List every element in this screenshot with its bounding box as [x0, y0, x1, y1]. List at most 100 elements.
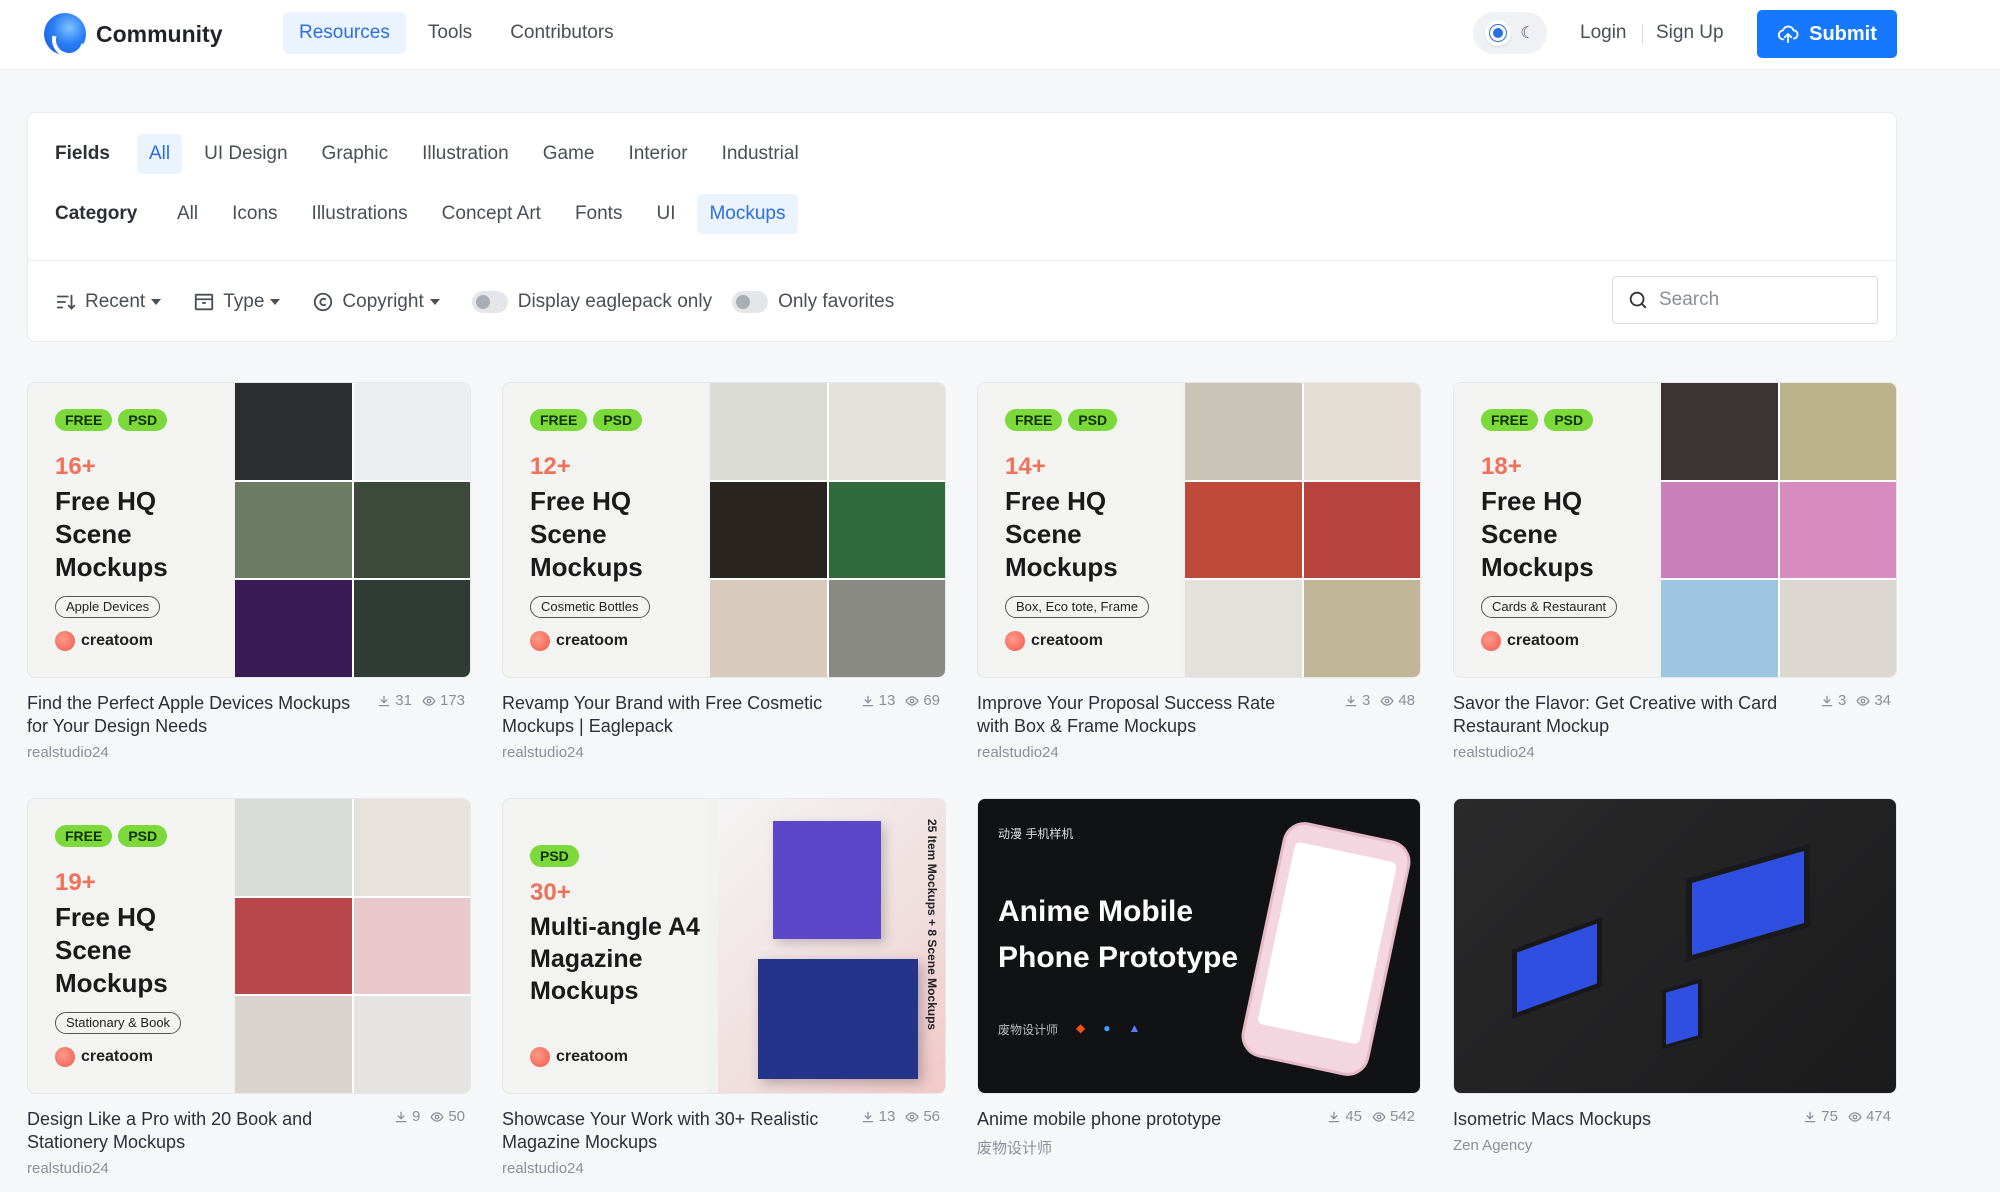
card-author[interactable]: realstudio24	[502, 1160, 946, 1177]
field-illustration[interactable]: Illustration	[410, 134, 521, 174]
eye-icon	[1372, 1111, 1386, 1122]
type-label: Type	[223, 291, 265, 312]
thumbnail-text-panel: FREE PSD 19+ Free HQ Scene Mockups Statio…	[28, 799, 233, 1093]
brand[interactable]: Community	[44, 13, 223, 55]
resource-card[interactable]: FREE PSD 18+ Free HQ Scene Mockups Cards …	[1453, 382, 1897, 761]
category-illustrations[interactable]: Illustrations	[300, 194, 420, 234]
brand-logo-icon	[44, 13, 86, 55]
submit-button[interactable]: Submit	[1757, 10, 1897, 58]
card-title[interactable]: Design Like a Pro with 20 Book and Stati…	[27, 1108, 357, 1154]
login-link[interactable]: Login	[1580, 22, 1627, 44]
card-author[interactable]: realstudio24	[27, 1160, 471, 1177]
card-author[interactable]: realstudio24	[977, 744, 1421, 761]
field-interior[interactable]: Interior	[616, 134, 699, 174]
card-title[interactable]: Isometric Macs Mockups	[1453, 1108, 1783, 1131]
collage-tile	[353, 580, 470, 677]
copyright-dropdown[interactable]: Copyright	[312, 291, 440, 313]
card-stats: 13 56	[861, 1108, 940, 1125]
card-author[interactable]: realstudio24	[27, 744, 471, 761]
category-ui[interactable]: UI	[644, 194, 687, 234]
nav-contributors[interactable]: Contributors	[494, 12, 630, 54]
subject-pill: Apple Devices	[55, 596, 161, 618]
thumbnail-headline: Free HQ Scene Mockups	[55, 902, 168, 998]
category-mockups[interactable]: Mockups	[697, 194, 798, 234]
resource-card[interactable]: FREE PSD 14+ Free HQ Scene Mockups Box, E…	[977, 382, 1421, 761]
nav-resources[interactable]: Resources	[283, 12, 406, 54]
card-thumbnail[interactable]: FREE PSD 12+ Free HQ Scene Mockups Cosmet…	[502, 382, 946, 678]
card-author[interactable]: realstudio24	[1453, 744, 1897, 761]
card-title[interactable]: Find the Perfect Apple Devices Mockups f…	[27, 692, 357, 738]
fields-label: Fields	[55, 143, 110, 164]
card-stats: 13 69	[861, 692, 940, 709]
view-count: 48	[1398, 692, 1415, 709]
collage-tile	[1779, 580, 1896, 677]
resource-card[interactable]: FREE PSD 16+ Free HQ Scene Mockups Apple …	[27, 382, 471, 761]
mockup-count: 18+	[1481, 453, 1522, 480]
type-dropdown[interactable]: Type	[193, 291, 281, 313]
card-title[interactable]: Savor the Flavor: Get Creative with Card…	[1453, 692, 1783, 738]
card-thumbnail[interactable]: FREE PSD 14+ Free HQ Scene Mockups Box, E…	[977, 382, 1421, 678]
card-thumbnail[interactable]	[1453, 798, 1897, 1094]
field-game[interactable]: Game	[531, 134, 607, 174]
card-title[interactable]: Revamp Your Brand with Free Cosmetic Moc…	[502, 692, 832, 738]
card-title[interactable]: Anime mobile phone prototype	[977, 1108, 1307, 1131]
category-all[interactable]: All	[165, 194, 210, 234]
creatoom-text: creatoom	[81, 632, 154, 649]
card-title[interactable]: Showcase Your Work with 30+ Realistic Ma…	[502, 1108, 832, 1154]
signup-link[interactable]: Sign Up	[1656, 22, 1724, 44]
category-concept-art[interactable]: Concept Art	[430, 194, 553, 234]
card-thumbnail[interactable]: FREE PSD 19+ Free HQ Scene Mockups Statio…	[27, 798, 471, 1094]
search-input[interactable]	[1659, 289, 1859, 311]
download-icon	[1804, 1111, 1816, 1122]
theme-toggle[interactable]: ☾	[1473, 12, 1547, 54]
creatoom-text: creatoom	[1031, 632, 1104, 649]
collage-tile	[353, 481, 470, 579]
category-icons[interactable]: Icons	[220, 194, 289, 234]
category-fonts[interactable]: Fonts	[563, 194, 635, 234]
auth-divider	[1642, 24, 1643, 44]
caret-down-icon	[429, 299, 440, 305]
eaglepack-toggle[interactable]	[471, 291, 508, 313]
field-graphic[interactable]: Graphic	[310, 134, 401, 174]
card-author[interactable]: 废物设计师	[977, 1137, 1421, 1158]
sort-dropdown[interactable]: Recent	[55, 291, 162, 313]
card-thumbnail[interactable]: FREE PSD 16+ Free HQ Scene Mockups Apple …	[27, 382, 471, 678]
resource-card[interactable]: 75 474 Isometric Macs Mockups Zen Agency	[1453, 798, 1897, 1154]
favorites-toggle[interactable]	[732, 291, 769, 313]
card-thumbnail[interactable]: PSD 30+ Multi-angle A4 Magazine Mockups …	[502, 798, 946, 1094]
download-icon	[378, 695, 390, 706]
circle-logo-icon: ●	[1103, 1021, 1111, 1035]
field-industrial[interactable]: Industrial	[710, 134, 811, 174]
card-stats: 75 474	[1803, 1108, 1891, 1125]
creatoom-icon	[55, 1047, 75, 1067]
collage-tile	[1779, 383, 1896, 480]
sort-filter-row: Recent Type Copyright Display eaglepack …	[55, 277, 914, 327]
psd-tag: PSD	[530, 845, 579, 867]
card-thumbnail[interactable]: 动漫 手机样机 Anime Mobile Phone Prototype 废物设…	[977, 798, 1421, 1094]
download-count: 31	[395, 692, 412, 709]
thumbnail-collage	[235, 799, 470, 1093]
creatoom-logo: creatoom	[55, 631, 153, 651]
collage-tile	[235, 799, 352, 896]
thumbnail-headline: Free HQ Scene Mockups	[1005, 486, 1118, 582]
resource-card[interactable]: 动漫 手机样机 Anime Mobile Phone Prototype 废物设…	[977, 798, 1421, 1158]
collage-tile	[710, 580, 827, 677]
mockup-count: 14+	[1005, 453, 1046, 480]
resource-card[interactable]: FREE PSD 19+ Free HQ Scene Mockups Statio…	[27, 798, 471, 1177]
thumbnail-collage	[710, 383, 945, 677]
resource-card[interactable]: FREE PSD 12+ Free HQ Scene Mockups Cosmet…	[502, 382, 946, 761]
submit-label: Submit	[1809, 22, 1877, 45]
card-title[interactable]: Improve Your Proposal Success Rate with …	[977, 692, 1307, 738]
field-all[interactable]: All	[137, 134, 183, 174]
resource-card[interactable]: PSD 30+ Multi-angle A4 Magazine Mockups …	[502, 798, 946, 1177]
brand-name: Community	[96, 20, 223, 47]
card-thumbnail[interactable]: FREE PSD 18+ Free HQ Scene Mockups Cards …	[1453, 382, 1897, 678]
creatoom-icon	[530, 1047, 550, 1067]
card-author[interactable]: Zen Agency	[1453, 1137, 1897, 1154]
download-icon	[862, 695, 873, 706]
field-ui-design[interactable]: UI Design	[192, 134, 299, 174]
card-author[interactable]: realstudio24	[502, 744, 946, 761]
download-icon	[1345, 695, 1357, 706]
nav-tools[interactable]: Tools	[412, 12, 488, 54]
eye-icon	[1380, 695, 1394, 706]
